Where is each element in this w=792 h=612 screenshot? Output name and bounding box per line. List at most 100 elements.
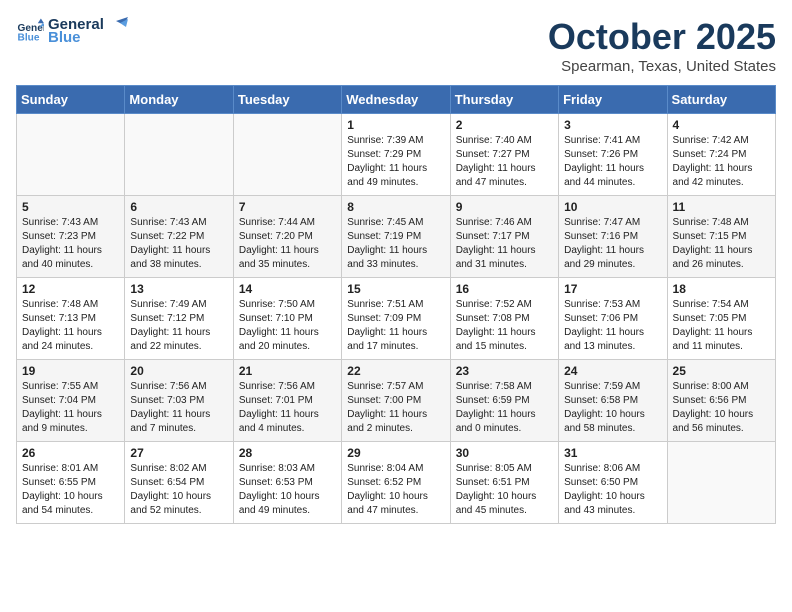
location-title: Spearman, Texas, United States (548, 58, 776, 75)
day-number: 16 (456, 282, 553, 296)
header-monday: Monday (125, 86, 233, 114)
day-number: 14 (239, 282, 336, 296)
day-info: Sunrise: 7:49 AM Sunset: 7:12 PM Dayligh… (130, 298, 227, 354)
calendar-cell: 30 Sunrise: 8:05 AM Sunset: 6:51 PM Dayli… (450, 442, 558, 524)
day-info: Sunrise: 8:00 AM Sunset: 6:56 PM Dayligh… (673, 380, 770, 436)
calendar-week-row: 19 Sunrise: 7:55 AM Sunset: 7:04 PM Dayli… (17, 360, 776, 442)
calendar-cell: 10 Sunrise: 7:47 AM Sunset: 7:16 PM Dayli… (559, 196, 667, 278)
day-number: 1 (347, 118, 444, 132)
calendar-cell: 21 Sunrise: 7:56 AM Sunset: 7:01 PM Dayli… (233, 360, 341, 442)
calendar-week-row: 1 Sunrise: 7:39 AM Sunset: 7:29 PM Daylig… (17, 114, 776, 196)
day-number: 27 (130, 446, 227, 460)
calendar-cell: 16 Sunrise: 7:52 AM Sunset: 7:08 PM Dayli… (450, 278, 558, 360)
day-info: Sunrise: 8:01 AM Sunset: 6:55 PM Dayligh… (22, 462, 119, 518)
day-info: Sunrise: 7:48 AM Sunset: 7:15 PM Dayligh… (673, 216, 770, 272)
day-info: Sunrise: 7:48 AM Sunset: 7:13 PM Dayligh… (22, 298, 119, 354)
day-info: Sunrise: 7:54 AM Sunset: 7:05 PM Dayligh… (673, 298, 770, 354)
page-header: General Blue General Blue October 2025 S… (16, 16, 776, 75)
day-number: 23 (456, 364, 553, 378)
day-number: 28 (239, 446, 336, 460)
calendar-cell: 15Sunrise: 7:51 AM Sunset: 7:09 PM Dayli… (342, 278, 450, 360)
calendar-cell: 4Sunrise: 7:42 AM Sunset: 7:24 PM Daylig… (667, 114, 775, 196)
day-info: Sunrise: 8:02 AM Sunset: 6:54 PM Dayligh… (130, 462, 227, 518)
day-number: 25 (673, 364, 770, 378)
day-number: 26 (22, 446, 119, 460)
day-info: Sunrise: 7:52 AM Sunset: 7:08 PM Dayligh… (456, 298, 553, 354)
day-info: Sunrise: 7:57 AM Sunset: 7:00 PM Dayligh… (347, 380, 444, 436)
day-info: Sunrise: 7:47 AM Sunset: 7:16 PM Dayligh… (564, 216, 661, 272)
logo-icon: General Blue (16, 17, 44, 45)
month-title: October 2025 (548, 16, 776, 58)
calendar-header-row: SundayMondayTuesdayWednesdayThursdayFrid… (17, 86, 776, 114)
calendar-cell (125, 114, 233, 196)
day-info: Sunrise: 7:50 AM Sunset: 7:10 PM Dayligh… (239, 298, 336, 354)
day-info: Sunrise: 8:05 AM Sunset: 6:51 PM Dayligh… (456, 462, 553, 518)
header-sunday: Sunday (17, 86, 125, 114)
day-number: 21 (239, 364, 336, 378)
title-block: October 2025 Spearman, Texas, United Sta… (548, 16, 776, 75)
day-number: 7 (239, 200, 336, 214)
calendar-week-row: 26 Sunrise: 8:01 AM Sunset: 6:55 PM Dayli… (17, 442, 776, 524)
calendar-cell: 2 Sunrise: 7:40 AM Sunset: 7:27 PM Daylig… (450, 114, 558, 196)
day-number: 18 (673, 282, 770, 296)
day-number: 29 (347, 446, 444, 460)
day-info: Sunrise: 7:59 AM Sunset: 6:58 PM Dayligh… (564, 380, 661, 436)
calendar-cell (667, 442, 775, 524)
day-number: 9 (456, 200, 553, 214)
calendar-week-row: 5Sunrise: 7:43 AM Sunset: 7:23 PM Daylig… (17, 196, 776, 278)
day-number: 8 (347, 200, 444, 214)
calendar-cell: 18 Sunrise: 7:54 AM Sunset: 7:05 PM Dayli… (667, 278, 775, 360)
calendar-cell: 28 Sunrise: 8:03 AM Sunset: 6:53 PM Dayli… (233, 442, 341, 524)
calendar-cell: 23 Sunrise: 7:58 AM Sunset: 6:59 PM Dayli… (450, 360, 558, 442)
calendar-cell: 31Sunrise: 8:06 AM Sunset: 6:50 PM Dayli… (559, 442, 667, 524)
day-number: 6 (130, 200, 227, 214)
calendar-table: SundayMondayTuesdayWednesdayThursdayFrid… (16, 85, 776, 524)
day-info: Sunrise: 7:45 AM Sunset: 7:19 PM Dayligh… (347, 216, 444, 272)
day-number: 19 (22, 364, 119, 378)
calendar-cell: 1 Sunrise: 7:39 AM Sunset: 7:29 PM Daylig… (342, 114, 450, 196)
day-number: 24 (564, 364, 661, 378)
day-number: 3 (564, 118, 661, 132)
calendar-cell: 25 Sunrise: 8:00 AM Sunset: 6:56 PM Dayli… (667, 360, 775, 442)
calendar-cell: 13 Sunrise: 7:49 AM Sunset: 7:12 PM Dayli… (125, 278, 233, 360)
day-number: 12 (22, 282, 119, 296)
calendar-cell: 24 Sunrise: 7:59 AM Sunset: 6:58 PM Dayli… (559, 360, 667, 442)
header-friday: Friday (559, 86, 667, 114)
calendar-cell: 5Sunrise: 7:43 AM Sunset: 7:23 PM Daylig… (17, 196, 125, 278)
day-number: 2 (456, 118, 553, 132)
calendar-cell: 17Sunrise: 7:53 AM Sunset: 7:06 PM Dayli… (559, 278, 667, 360)
calendar-cell: 9Sunrise: 7:46 AM Sunset: 7:17 PM Daylig… (450, 196, 558, 278)
calendar-cell: 8 Sunrise: 7:45 AM Sunset: 7:19 PM Daylig… (342, 196, 450, 278)
day-info: Sunrise: 7:42 AM Sunset: 7:24 PM Dayligh… (673, 134, 770, 190)
day-info: Sunrise: 7:56 AM Sunset: 7:01 PM Dayligh… (239, 380, 336, 436)
calendar-cell: 7 Sunrise: 7:44 AM Sunset: 7:20 PM Daylig… (233, 196, 341, 278)
day-info: Sunrise: 8:03 AM Sunset: 6:53 PM Dayligh… (239, 462, 336, 518)
calendar-cell: 22 Sunrise: 7:57 AM Sunset: 7:00 PM Dayli… (342, 360, 450, 442)
day-info: Sunrise: 7:58 AM Sunset: 6:59 PM Dayligh… (456, 380, 553, 436)
day-info: Sunrise: 7:40 AM Sunset: 7:27 PM Dayligh… (456, 134, 553, 190)
day-number: 17 (564, 282, 661, 296)
day-number: 20 (130, 364, 227, 378)
calendar-week-row: 12 Sunrise: 7:48 AM Sunset: 7:13 PM Dayli… (17, 278, 776, 360)
day-info: Sunrise: 7:39 AM Sunset: 7:29 PM Dayligh… (347, 134, 444, 190)
day-info: Sunrise: 7:43 AM Sunset: 7:23 PM Dayligh… (22, 216, 119, 272)
calendar-cell: 11Sunrise: 7:48 AM Sunset: 7:15 PM Dayli… (667, 196, 775, 278)
day-number: 10 (564, 200, 661, 214)
calendar-cell (17, 114, 125, 196)
day-number: 13 (130, 282, 227, 296)
calendar-cell: 6Sunrise: 7:43 AM Sunset: 7:22 PM Daylig… (125, 196, 233, 278)
day-info: Sunrise: 7:44 AM Sunset: 7:20 PM Dayligh… (239, 216, 336, 272)
day-info: Sunrise: 7:55 AM Sunset: 7:04 PM Dayligh… (22, 380, 119, 436)
calendar-cell: 20 Sunrise: 7:56 AM Sunset: 7:03 PM Dayli… (125, 360, 233, 442)
calendar-cell: 27 Sunrise: 8:02 AM Sunset: 6:54 PM Dayli… (125, 442, 233, 524)
day-number: 31 (564, 446, 661, 460)
day-info: Sunrise: 7:51 AM Sunset: 7:09 PM Dayligh… (347, 298, 444, 354)
calendar-cell: 29Sunrise: 8:04 AM Sunset: 6:52 PM Dayli… (342, 442, 450, 524)
day-info: Sunrise: 7:41 AM Sunset: 7:26 PM Dayligh… (564, 134, 661, 190)
day-number: 30 (456, 446, 553, 460)
header-thursday: Thursday (450, 86, 558, 114)
logo-bird-icon (106, 17, 128, 33)
calendar-cell: 3 Sunrise: 7:41 AM Sunset: 7:26 PM Daylig… (559, 114, 667, 196)
day-info: Sunrise: 7:56 AM Sunset: 7:03 PM Dayligh… (130, 380, 227, 436)
day-number: 22 (347, 364, 444, 378)
